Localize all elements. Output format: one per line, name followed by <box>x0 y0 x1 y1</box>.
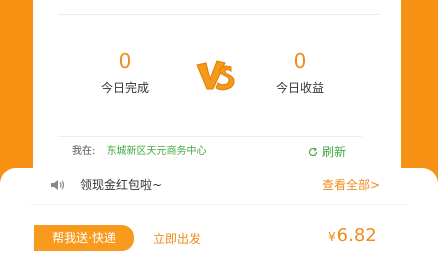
order-price: ¥6.82 <box>328 225 377 246</box>
vs-icon <box>196 60 235 91</box>
price-value: 6.82 <box>336 225 377 246</box>
price-currency: ¥ <box>328 230 336 244</box>
order-status[interactable]: 立即出发 <box>153 230 201 247</box>
notice-row[interactable]: 领现金红包啦~ 查看全部> <box>50 177 390 193</box>
location-address[interactable]: 东城新区天元商务中心 <box>107 146 207 157</box>
notice-text: 领现金红包啦~ <box>80 178 163 192</box>
completed-label: 今日完成 <box>100 81 149 95</box>
earnings-label: 今日收益 <box>275 81 324 95</box>
stat-today-earnings: 0 今日收益 <box>240 50 360 96</box>
order-type-tag: 帮我送·快递 <box>34 225 134 251</box>
top-divider <box>58 0 380 15</box>
view-all-link[interactable]: 查看全部> <box>322 177 380 193</box>
refresh-icon <box>308 147 318 157</box>
speaker-icon <box>51 180 65 190</box>
section-divider <box>58 136 362 137</box>
refresh-label: 刷新 <box>322 145 347 159</box>
completed-count: 0 <box>118 49 132 73</box>
earnings-amount: 0 <box>293 49 307 73</box>
stat-today-completed: 0 今日完成 <box>65 50 185 96</box>
notice-divider <box>30 204 408 205</box>
location-row: 我在: 东城新区天元商务中心 刷新 <box>72 144 352 160</box>
location-prefix: 我在: <box>72 146 96 157</box>
refresh-button[interactable]: 刷新 <box>308 144 346 160</box>
